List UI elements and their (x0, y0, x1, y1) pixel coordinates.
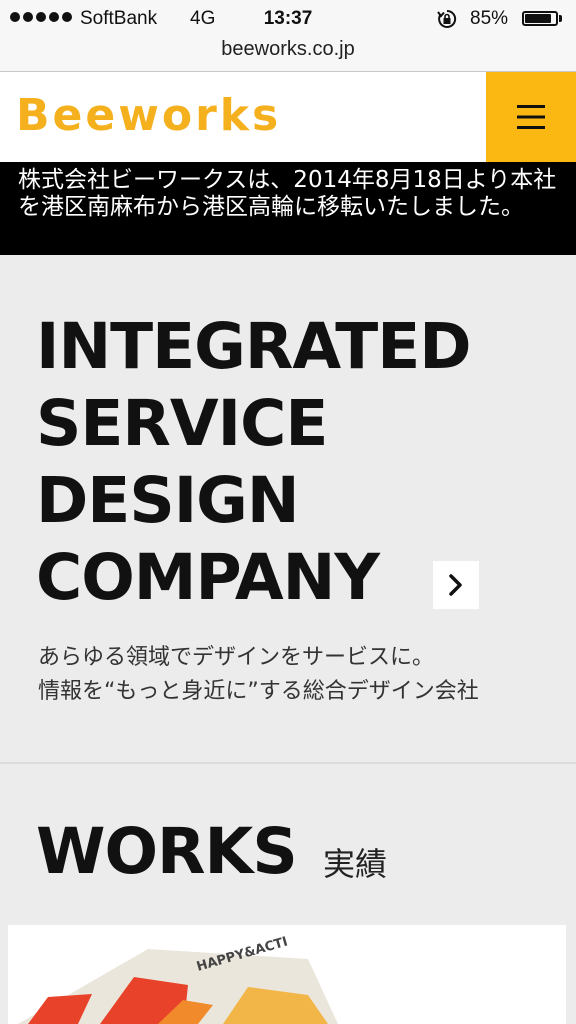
address-bar-url: beeworks.co.jp (221, 38, 355, 60)
chevron-right-icon (449, 574, 462, 596)
battery-percentage: 85% (470, 8, 509, 29)
hero-headline: INTEGRATED SERVICE DESIGN COMPANY (36, 308, 566, 616)
relocation-notice[interactable]: 株式会社ビーワークスは、2014年8月18日より本社を港区南麻布から港区高輪に移… (0, 162, 576, 255)
hero-next-button[interactable] (433, 561, 479, 609)
works-subheading: 実績 (323, 845, 388, 883)
beeworks-logo[interactable]: Beeworks (16, 90, 281, 142)
hero-headline-line: DESIGN (36, 464, 300, 537)
hero-subtitle: あらゆる領域でデザインをサービスに。 情報を“もっと身近に”する総合デザイン会社 (38, 641, 558, 709)
battery-icon (522, 11, 558, 26)
rotation-lock-icon (437, 9, 457, 28)
hamburger-icon (517, 105, 545, 129)
hero-subtitle-line: 情報を“もっと身近に”する総合デザイン会社 (38, 679, 479, 704)
works-heading: WORKS (36, 815, 298, 888)
hamburger-menu-button[interactable] (486, 72, 576, 162)
address-bar[interactable]: beeworks.co.jp (0, 36, 576, 72)
hero-headline-line: INTEGRATED (36, 310, 472, 383)
hero-headline-line: COMPANY (36, 541, 380, 614)
hero-headline-line: SERVICE (36, 387, 328, 460)
battery-level (525, 14, 551, 23)
hero-subtitle-line: あらゆる領域でデザインをサービスに。 (38, 645, 435, 670)
section-divider (0, 762, 576, 764)
site-header: Beeworks (0, 72, 576, 162)
works-thumbnail-image: HAPPY&ACTI (8, 925, 566, 1024)
works-card[interactable]: HAPPY&ACTI (8, 925, 566, 1024)
status-bar: SoftBank 4G 13:37 85% (0, 0, 576, 36)
battery-tip (559, 15, 562, 22)
